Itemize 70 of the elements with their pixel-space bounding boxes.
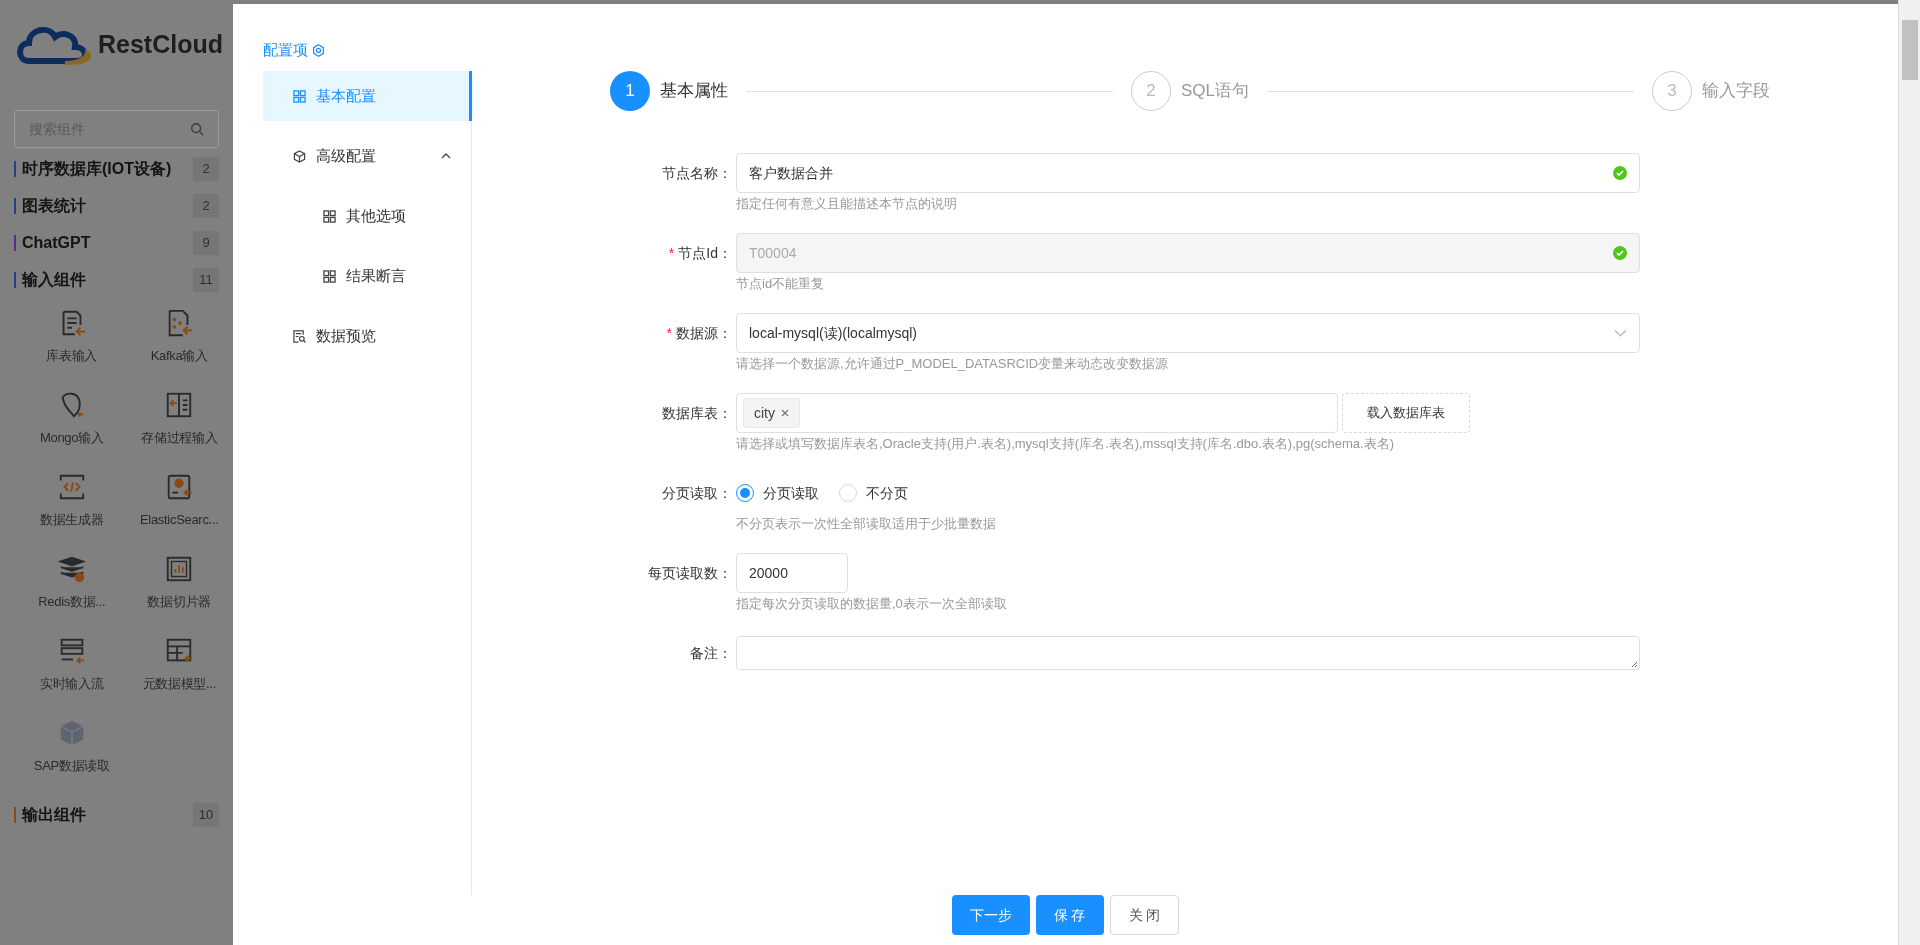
field-label: 分页读取： (662, 483, 732, 503)
textarea-field[interactable] (736, 636, 1640, 670)
component-label[interactable]: SAP数据读取 (33, 756, 110, 776)
check-circle-icon (1613, 246, 1627, 260)
menu-item[interactable]: 结果断言 (263, 251, 471, 301)
help-text: 指定任何有意义且能描述本节点的说明 (736, 195, 958, 213)
component-label[interactable]: ElasticSearc... (139, 510, 219, 530)
number-field[interactable]: 20000 (736, 553, 848, 593)
step-label: 输入字段 (1702, 80, 1770, 103)
category-count: 2 (193, 193, 219, 218)
chevron-down-icon (1614, 329, 1627, 337)
tag-select-field[interactable]: city (736, 393, 1338, 433)
component-label[interactable]: 数据切片器 (147, 592, 211, 612)
cube-icon (293, 149, 306, 163)
layers-icon (56, 554, 87, 584)
select-field[interactable]: local-mysql(读)(localmysql) (736, 313, 1640, 353)
settings-icon (312, 43, 325, 57)
radio-option[interactable]: 不分页 (839, 482, 908, 504)
component-label[interactable]: 库表输入 (46, 346, 98, 366)
component-label[interactable]: Redis数据... (38, 592, 106, 612)
step-number: 1 (610, 71, 650, 111)
component-label[interactable]: 数据生成器 (40, 510, 104, 530)
close-icon (781, 409, 789, 417)
radio-option[interactable]: 分页读取 (736, 482, 819, 504)
step-label: SQL语句 (1181, 80, 1249, 103)
grid-icon (323, 209, 336, 223)
category-count: 10 (193, 802, 219, 827)
field-label: 数据源： (676, 323, 732, 343)
step-label: 基本属性 (660, 80, 728, 103)
logo-text: RestCloud (98, 29, 223, 61)
resize-handle-icon (1630, 660, 1638, 668)
footer-button[interactable]: 关 闭 (1109, 895, 1180, 935)
load-tables-button[interactable]: 载入数据库表 (1342, 393, 1470, 433)
menu-item[interactable]: 高级配置 (263, 131, 471, 181)
menu-item[interactable]: 基本配置 (263, 71, 472, 121)
grid-icon (323, 269, 336, 283)
category-title[interactable]: 输出组件 (22, 802, 187, 827)
help-text: 请选择或填写数据库表名,Oracle支持(用户.表名),mysql支持(库名.表名),mssql支持(库名.dbo.表名),pg(schema.表名) (736, 435, 1395, 453)
menu-item[interactable]: 数据预览 (263, 311, 471, 361)
category-title[interactable]: ChatGPT (22, 230, 187, 255)
text-field: T00004 (736, 233, 1640, 273)
category-title[interactable]: 图表统计 (22, 193, 187, 218)
field-label: 数据库表： (662, 403, 732, 423)
category-count: 11 (193, 267, 219, 292)
field-label: 备注： (690, 643, 732, 663)
category-title[interactable]: 输入组件 (22, 267, 187, 292)
component-label[interactable]: Mongo输入 (39, 428, 104, 448)
search-icon (190, 122, 204, 136)
field-label: 每页读取数： (648, 563, 732, 583)
required-mark: * (666, 323, 672, 343)
component-label[interactable]: 元数据模型... (142, 674, 216, 694)
footer-button[interactable]: 保 存 (1035, 895, 1104, 935)
component-label[interactable]: 实时输入流 (40, 674, 104, 694)
search-list-icon (293, 329, 306, 343)
category-title[interactable]: 时序数据库(IOT设备) (22, 156, 187, 181)
footer-button[interactable]: 下一步 (951, 895, 1030, 935)
component-label[interactable]: 存储过程输入 (141, 428, 218, 448)
component-label[interactable]: Kafka输入 (150, 346, 208, 366)
required-mark: * (668, 243, 675, 263)
text-field[interactable]: 客户数据合并 (736, 153, 1640, 193)
category-count: 2 (193, 156, 219, 181)
help-text: 节点id不能重复 (736, 275, 826, 293)
category-count: 9 (193, 230, 219, 255)
field-label: 节点名称： (662, 163, 732, 183)
check-circle-icon (1613, 166, 1627, 180)
field-label: 节点Id： (678, 243, 732, 263)
panel-title: 配置项 (263, 39, 308, 60)
tag-chip: city (743, 398, 800, 428)
grid-icon (293, 89, 306, 103)
menu-item[interactable]: 其他选项 (263, 191, 471, 241)
